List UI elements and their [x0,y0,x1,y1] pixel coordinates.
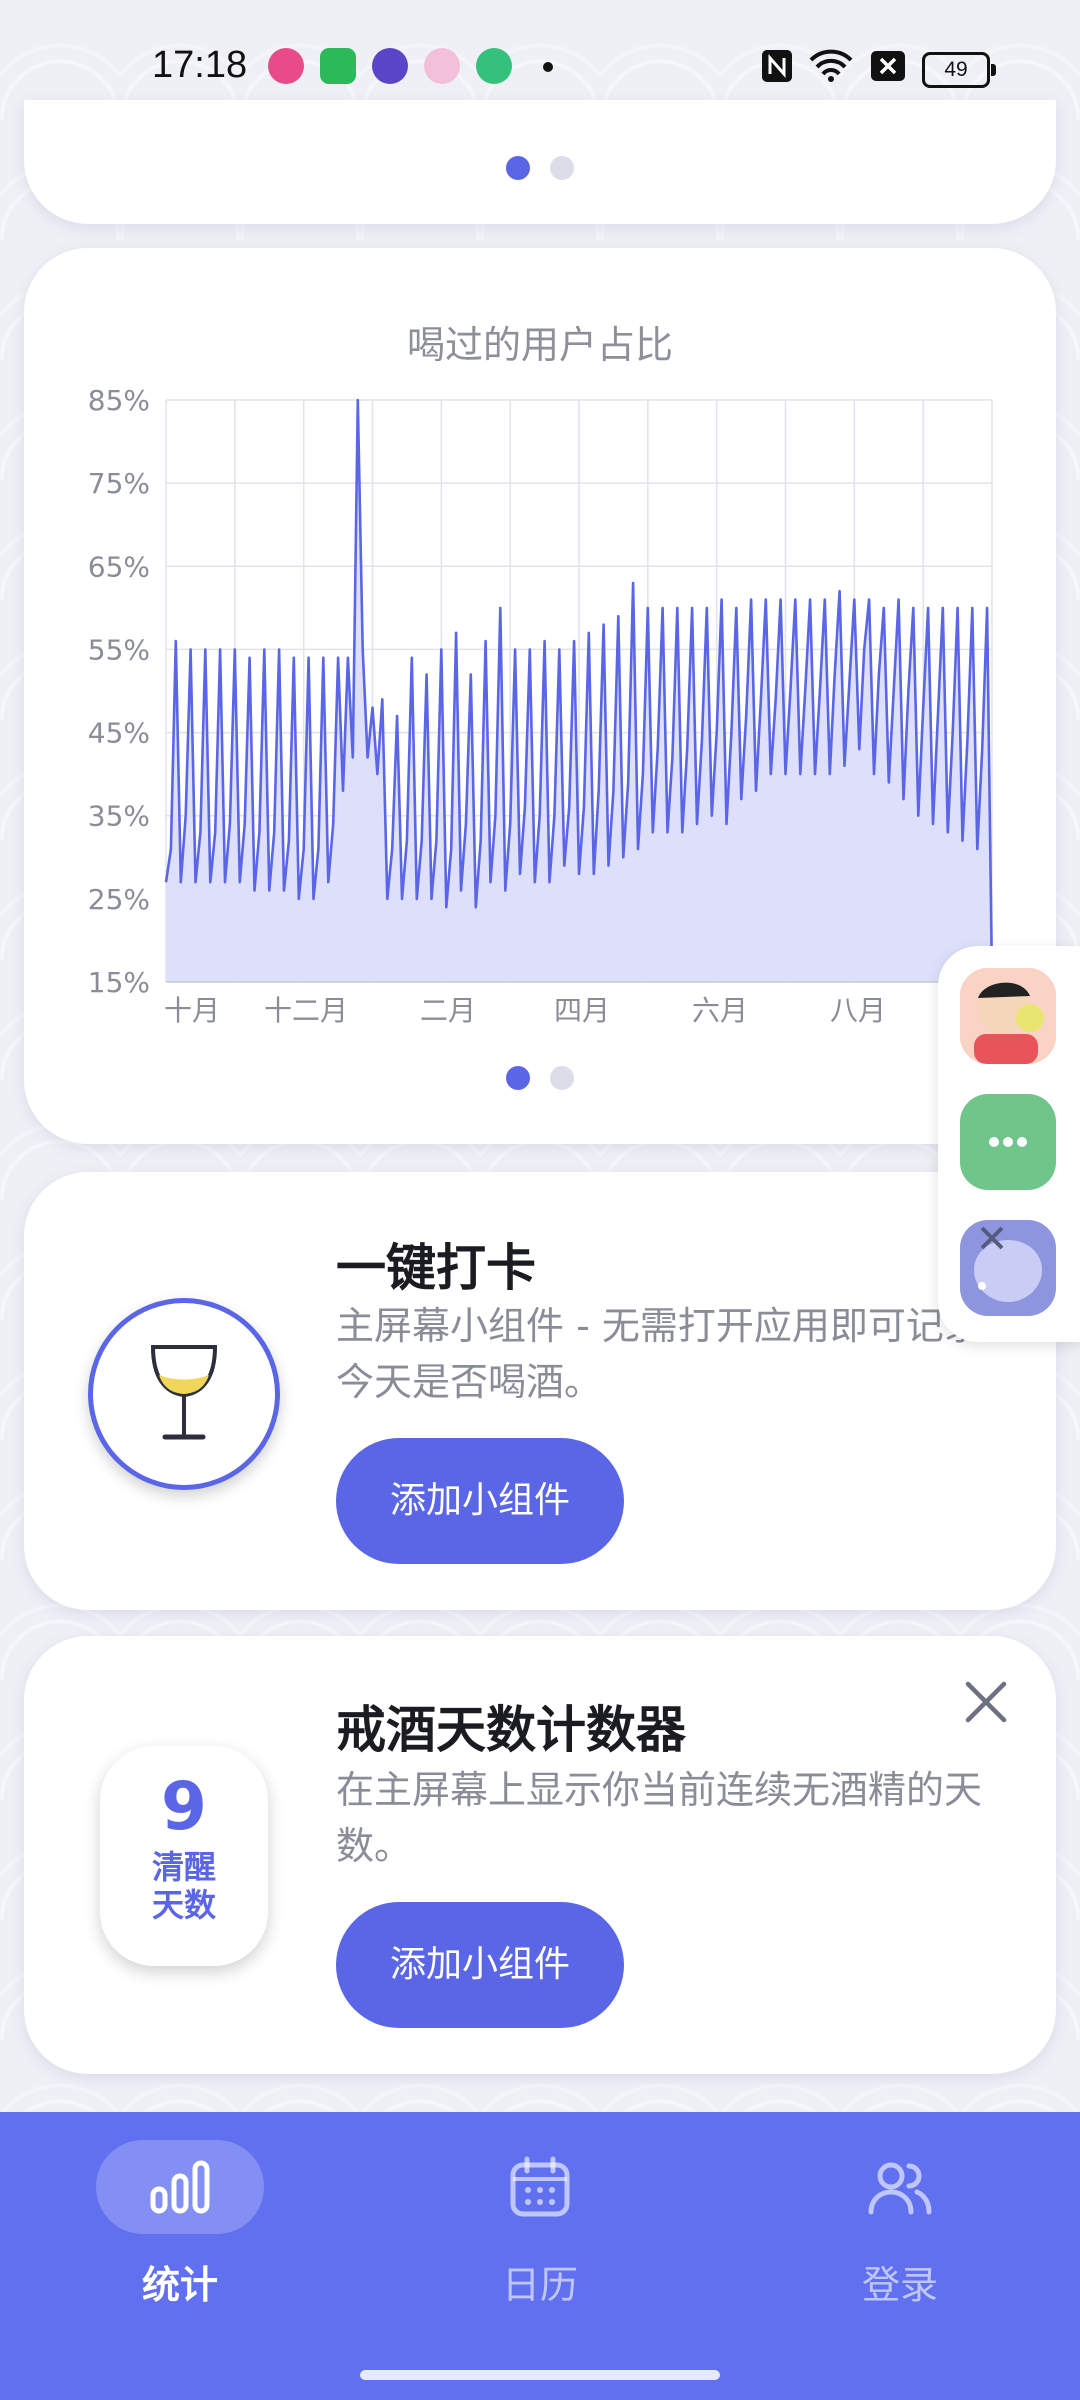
app-notification-icon [268,48,304,84]
tab-login[interactable]: 登录 [780,2140,1020,2309]
x-tick-label: 四月 [554,994,610,1027]
x-tick-label: 六月 [692,994,748,1027]
sober-days-label: 清醒天数 [151,1848,216,1924]
tab-label: 日历 [501,2263,578,2307]
y-tick-label: 35% [88,800,150,833]
y-tick-label: 85% [88,384,150,417]
sober-days-counter-card: 9 清醒天数 戒酒天数计数器 在主屏幕上显示你当前连续无酒精的天数。 添加小组件 [24,1636,1056,2074]
x-tick-label: 八月 [830,994,886,1027]
widget-description: 主屏幕小组件 - 无需打开应用即可记录今天是否喝酒。 [336,1304,982,1404]
pager-dot[interactable] [550,156,574,180]
nfc-icon [762,50,792,82]
y-tick-label: 75% [88,467,150,500]
users-icon [868,2162,932,2215]
tab-label: 统计 [141,2263,218,2307]
sober-days-badge: 9 清醒天数 [100,1746,268,1966]
tab-statistics[interactable]: 统计 [60,2140,300,2309]
previous-stats-card[interactable] [24,100,1056,224]
status-time: 17:18 [152,44,248,86]
more-dots-icon [989,1137,1027,1147]
x-tick-label: 二月 [420,994,476,1027]
y-tick-label: 15% [88,966,150,999]
chat-bubble-button[interactable] [960,1094,1056,1190]
add-widget-button[interactable]: 添加小组件 [336,1902,624,2028]
wine-glass-icon [150,1345,218,1440]
app-notification-icon [476,48,512,84]
cartoon-avatar-icon [960,968,1056,1064]
tab-calendar[interactable]: 日历 [420,2140,660,2309]
bar-chart-icon [150,2160,210,2214]
y-tick-label: 45% [88,717,150,750]
floating-assistant-bar [938,946,1080,1342]
wine-glass-badge [88,1298,280,1490]
x-tick-label: 十月 [164,994,220,1027]
sober-days-count: 9 [161,1768,207,1845]
more-notifications-icon [543,62,553,72]
app-notification-icon [320,48,356,84]
wifi-icon [809,49,853,82]
battery-icon: 49 [922,52,996,88]
home-indicator[interactable] [360,2370,720,2380]
y-tick-label: 65% [88,550,150,583]
quick-checkin-widget-card: 一键打卡 主屏幕小组件 - 无需打开应用即可记录今天是否喝酒。 添加小组件 [24,1172,1056,1610]
app-notification-icon [372,48,408,84]
x-tick-label: 十二月 [264,994,348,1027]
avatar[interactable] [960,968,1056,1064]
no-sim-icon [871,51,905,81]
calendar-icon [510,2156,570,2217]
widget-title: 一键打卡 [336,1239,536,1297]
pager-dot[interactable] [506,156,530,180]
drinking-ratio-chart: 85% 75% 65% 55% 45% 35% 25% 15% 十月 十二月 二月 四月 六月 八月 [88,384,994,1027]
status-bar: 17:18 49 [0,0,1080,110]
bottom-tab-bar: 统计 日历 登录 [0,2112,1080,2400]
cat-close-icon [974,1226,1042,1302]
add-widget-button[interactable]: 添加小组件 [336,1438,624,1564]
tab-label: 登录 [861,2263,938,2307]
drinking-ratio-chart-card: 喝过的用户占比 85% 75% 65% 55% 45% 35% 25% 15% 十月 十二月 二月四… [24,248,1056,1144]
widget-title: 戒酒天数计数器 [336,1701,686,1759]
pager-dot[interactable] [550,1066,574,1090]
chart-card-pager [24,1066,1056,1090]
close-icon[interactable] [956,1672,1016,1732]
y-tick-label: 55% [88,633,150,666]
pager-dot[interactable] [506,1066,530,1090]
top-card-pager [24,156,1056,180]
widget-description: 在主屏幕上显示你当前连续无酒精的天数。 [336,1768,983,1868]
assistant-pet-button[interactable] [960,1220,1056,1316]
app-notification-icon [424,48,460,84]
y-tick-label: 25% [88,883,150,916]
